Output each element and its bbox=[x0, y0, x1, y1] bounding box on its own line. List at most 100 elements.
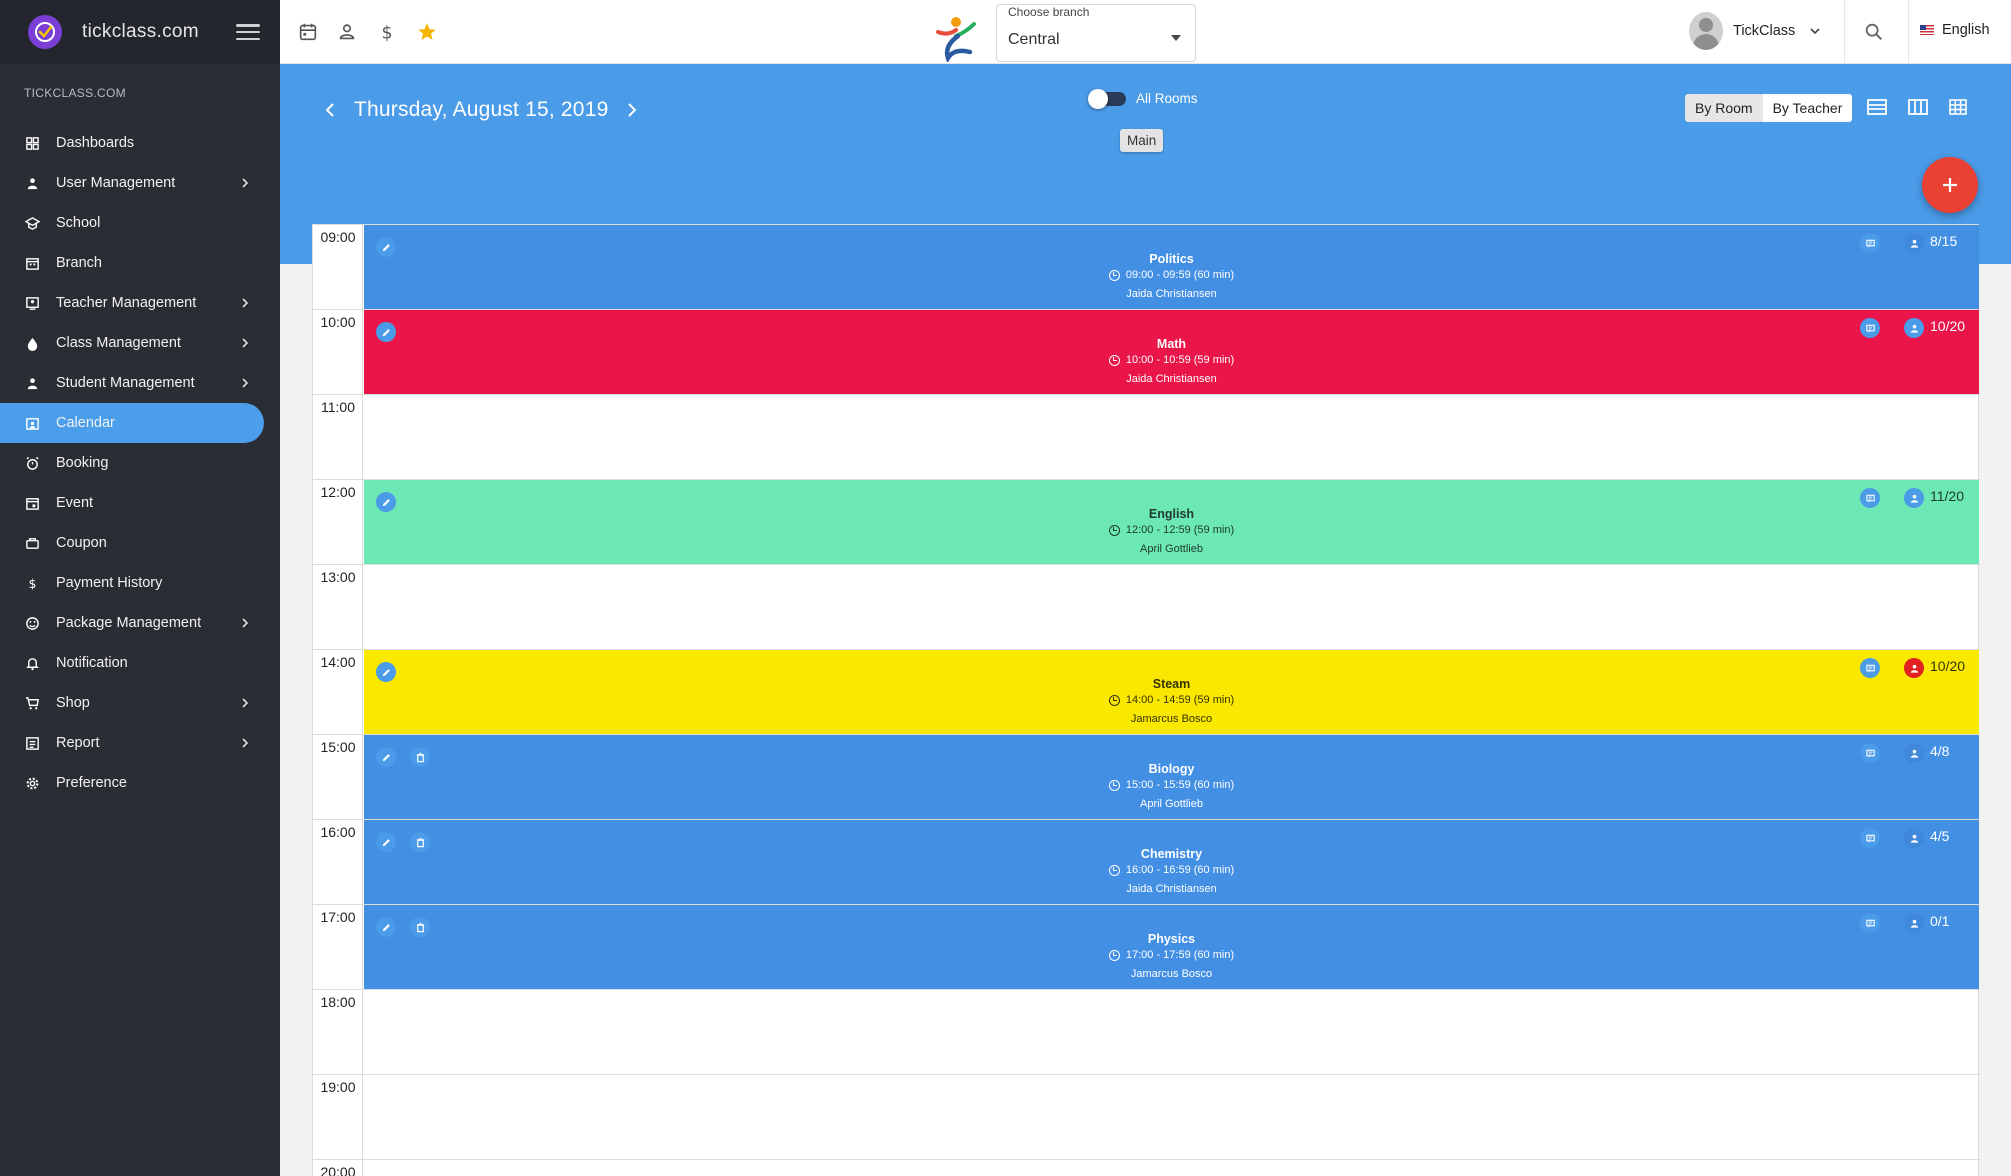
chevron-right-icon bbox=[242, 698, 249, 708]
event-teacher: April Gottlieb bbox=[1140, 797, 1203, 810]
enrollment-count: 4/8 bbox=[1930, 743, 1950, 759]
sidebar-item-report[interactable]: Report bbox=[0, 723, 280, 763]
sidebar-item-label: Teacher Management bbox=[56, 295, 197, 311]
branch-select-label: Choose branch bbox=[1008, 5, 1090, 19]
sidebar-item-preference[interactable]: Preference bbox=[0, 763, 280, 803]
class-event[interactable]: 0/1 Physics 17:00 - 17:59 (60 min) Jamarcus… bbox=[364, 905, 1979, 989]
attendance-icon[interactable] bbox=[1904, 318, 1924, 338]
sidebar-item-package-management[interactable]: Package Management bbox=[0, 603, 280, 643]
attendance-icon[interactable] bbox=[1904, 233, 1924, 253]
sidebar-item-teacher-management[interactable]: Teacher Management bbox=[0, 283, 280, 323]
class-event[interactable]: 11/20 English 12:00 - 12:59 (59 min) April … bbox=[364, 480, 1979, 564]
event-teacher: Jaida Christiansen bbox=[1126, 287, 1217, 300]
attendance-icon[interactable] bbox=[1904, 913, 1924, 933]
event-icon bbox=[24, 495, 40, 511]
chevron-right-icon bbox=[242, 338, 249, 348]
chevron-right-icon bbox=[242, 378, 249, 388]
by-room-button[interactable]: By Room bbox=[1685, 94, 1763, 122]
sidebar-item-shop[interactable]: Shop bbox=[0, 683, 280, 723]
all-rooms-label: All Rooms bbox=[1136, 91, 1198, 106]
menu-icon[interactable] bbox=[236, 21, 260, 43]
dollar-icon[interactable]: $ bbox=[375, 20, 399, 44]
all-rooms-toggle[interactable]: All Rooms bbox=[1088, 88, 1198, 109]
branch-select[interactable]: Choose branch Central bbox=[996, 4, 1196, 62]
event-details: Politics 09:00 - 09:59 (60 min) Jaida Chri… bbox=[364, 251, 1979, 302]
sidebar-item-payment-history[interactable]: $ Payment History bbox=[0, 563, 280, 603]
user-menu[interactable]: TickClass bbox=[1689, 12, 1821, 50]
user-icon bbox=[24, 175, 40, 191]
language-select[interactable]: English bbox=[1920, 22, 1990, 38]
us-flag-icon bbox=[1920, 25, 1934, 35]
class-event[interactable]: 4/5 Chemistry 16:00 - 16:59 (60 min) Jaida … bbox=[364, 820, 1979, 904]
svg-text:$: $ bbox=[381, 23, 392, 43]
search-icon[interactable] bbox=[1862, 20, 1886, 44]
message-icon[interactable] bbox=[1860, 743, 1880, 763]
sidebar-item-label: Shop bbox=[56, 695, 90, 711]
sidebar-item-class-management[interactable]: Class Management bbox=[0, 323, 280, 363]
event-details: Biology 15:00 - 15:59 (60 min) April Gottl… bbox=[364, 761, 1979, 812]
sidebar-item-coupon[interactable]: Coupon bbox=[0, 523, 280, 563]
message-icon[interactable] bbox=[1860, 318, 1880, 338]
sidebar-item-dashboards[interactable]: Dashboards bbox=[0, 123, 280, 163]
sidebar-item-branch[interactable]: Branch bbox=[0, 243, 280, 283]
chevron-right-icon bbox=[242, 298, 249, 308]
person-icon[interactable] bbox=[335, 20, 359, 44]
class-event[interactable]: 8/15 Politics 09:00 - 09:59 (60 min) Jaida … bbox=[364, 225, 1979, 309]
sidebar-item-calendar[interactable]: Calendar bbox=[0, 403, 264, 443]
by-teacher-button[interactable]: By Teacher bbox=[1762, 94, 1853, 122]
section-label: TICKCLASS.COM bbox=[24, 86, 126, 100]
tickclass-logo-icon bbox=[28, 15, 62, 49]
school-icon bbox=[24, 215, 40, 231]
event-time-text: 12:00 - 12:59 (59 min) bbox=[1125, 524, 1235, 536]
chevron-left-icon[interactable] bbox=[322, 101, 340, 119]
sidebar-item-user-management[interactable]: User Management bbox=[0, 163, 280, 203]
sidebar-item-school[interactable]: School bbox=[0, 203, 280, 243]
row-divider bbox=[313, 1159, 1980, 1160]
calendar-icon[interactable] bbox=[296, 20, 320, 44]
bell-icon bbox=[24, 655, 40, 671]
sidebar-item-label: Coupon bbox=[56, 535, 107, 551]
room-chip-main[interactable]: Main bbox=[1120, 129, 1164, 152]
avatar bbox=[1689, 12, 1723, 50]
class-icon bbox=[24, 335, 40, 351]
row-divider bbox=[313, 394, 1980, 395]
event-time-text: 16:00 - 16:59 (60 min) bbox=[1125, 864, 1235, 876]
message-icon[interactable] bbox=[1860, 828, 1880, 848]
sidebar-item-label: Branch bbox=[56, 255, 102, 271]
class-event[interactable]: 4/8 Biology 15:00 - 15:59 (60 min) April Go… bbox=[364, 735, 1979, 819]
add-class-button[interactable] bbox=[1922, 157, 1978, 213]
attendance-icon[interactable] bbox=[1904, 828, 1924, 848]
sidebar-item-notification[interactable]: Notification bbox=[0, 643, 280, 683]
event-time-text: 10:00 - 10:59 (59 min) bbox=[1125, 354, 1235, 366]
attendance-icon[interactable] bbox=[1904, 488, 1924, 508]
message-icon[interactable] bbox=[1860, 658, 1880, 678]
class-event[interactable]: 10/20 Steam 14:00 - 14:59 (59 min) Jamarcus… bbox=[364, 650, 1979, 734]
event-title: Biology bbox=[1148, 762, 1195, 776]
report-icon bbox=[24, 735, 40, 751]
month-view-icon[interactable] bbox=[1947, 96, 1969, 118]
day-view-icon[interactable] bbox=[1866, 96, 1888, 118]
enrollment-count: 0/1 bbox=[1930, 913, 1950, 929]
sidebar-item-booking[interactable]: Booking bbox=[0, 443, 280, 483]
message-icon[interactable] bbox=[1860, 233, 1880, 253]
brand-name: tickclass.com bbox=[82, 21, 199, 42]
sidebar-item-student-management[interactable]: Student Management bbox=[0, 363, 280, 403]
attendance-icon[interactable] bbox=[1904, 658, 1924, 678]
student-icon bbox=[24, 375, 40, 391]
class-event[interactable]: 10/20 Math 10:00 - 10:59 (59 min) Jaida Chr… bbox=[364, 310, 1979, 394]
event-teacher: Jaida Christiansen bbox=[1126, 372, 1217, 385]
star-icon[interactable] bbox=[415, 20, 439, 44]
event-details: Steam 14:00 - 14:59 (59 min) Jamarcus Bosc… bbox=[364, 676, 1979, 727]
clock-icon bbox=[1108, 864, 1120, 876]
sidebar-item-event[interactable]: Event bbox=[0, 483, 280, 523]
message-icon[interactable] bbox=[1860, 488, 1880, 508]
week-view-icon[interactable] bbox=[1907, 96, 1929, 118]
time-slot-label: 12:00 bbox=[320, 484, 356, 500]
attendance-icon[interactable] bbox=[1904, 743, 1924, 763]
sidebar-item-label: School bbox=[56, 215, 101, 231]
event-time: 12:00 - 12:59 (59 min) bbox=[1108, 522, 1235, 538]
toggle-switch[interactable] bbox=[1088, 88, 1126, 109]
event-title: Chemistry bbox=[1140, 847, 1203, 861]
chevron-right-icon[interactable] bbox=[622, 101, 640, 119]
message-icon[interactable] bbox=[1860, 913, 1880, 933]
